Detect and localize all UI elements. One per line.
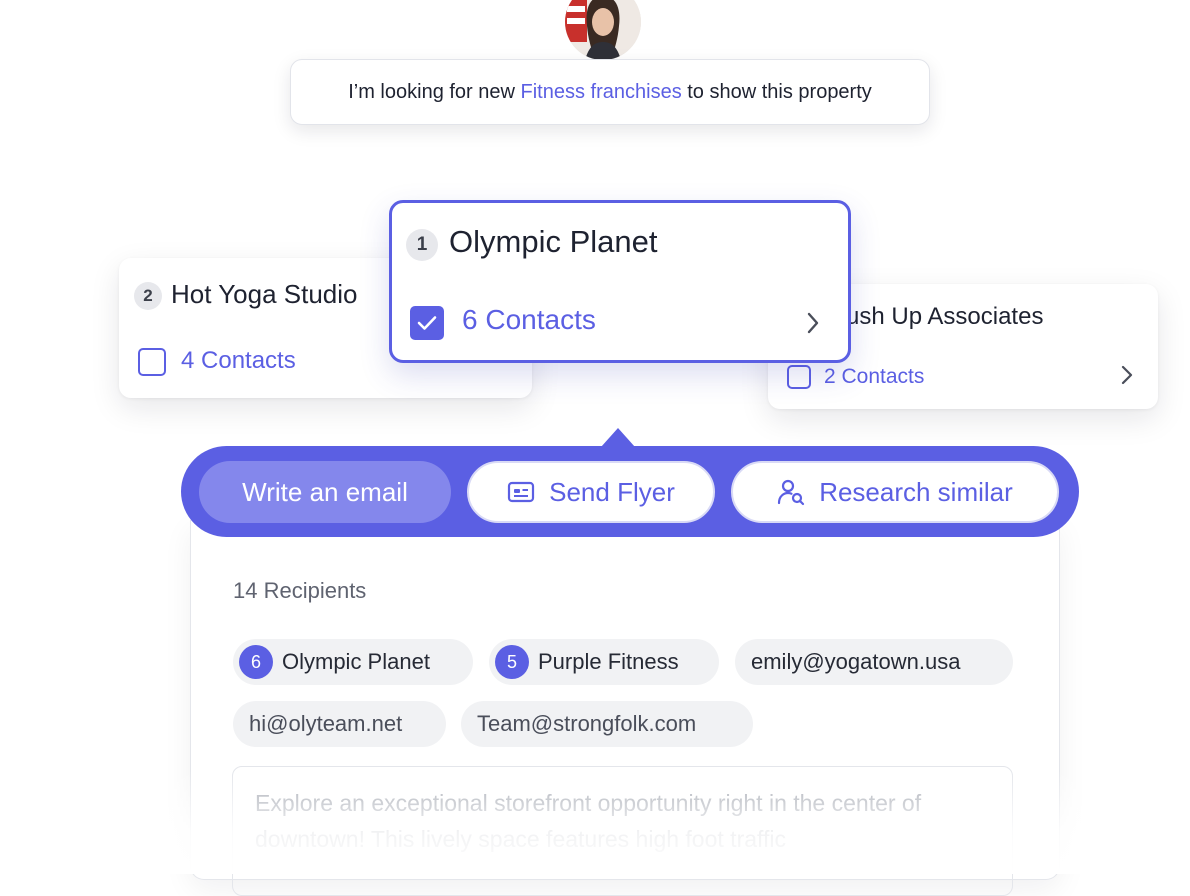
recipient-chip[interactable]: Team@strongfolk.com bbox=[461, 701, 753, 747]
checkbox-icon[interactable] bbox=[138, 348, 166, 376]
count-badge: 6 bbox=[239, 645, 273, 679]
chevron-right-icon[interactable] bbox=[1120, 364, 1134, 391]
avatar bbox=[565, 0, 641, 60]
recipient-chip[interactable]: emily@yogatown.usa bbox=[735, 639, 1013, 685]
card-title: ush Up Associates bbox=[846, 303, 1044, 330]
flyer-card-icon bbox=[507, 480, 535, 504]
card-title: Olympic Planet bbox=[449, 224, 658, 259]
recipient-chip[interactable]: 6 Olympic Planet bbox=[233, 639, 473, 685]
email-compose-panel: 14 Recipients 6 Olympic Planet 5 Purple … bbox=[190, 520, 1060, 896]
email-body-text: Explore an exceptional storefront opport… bbox=[255, 790, 922, 852]
send-flyer-label: Send Flyer bbox=[549, 476, 675, 507]
chip-label: Team@strongfolk.com bbox=[477, 711, 697, 736]
card-title: Hot Yoga Studio bbox=[171, 279, 358, 309]
checkbox-checked-icon[interactable] bbox=[410, 306, 444, 340]
contacts-link[interactable]: 6 Contacts bbox=[462, 304, 596, 336]
chip-label: Purple Fitness bbox=[538, 649, 679, 674]
send-flyer-button[interactable]: Send Flyer bbox=[467, 461, 715, 523]
recipient-chip[interactable]: hi@olyteam.net bbox=[233, 701, 446, 747]
email-body-input[interactable]: Explore an exceptional storefront opport… bbox=[232, 766, 1013, 896]
action-bar-pointer bbox=[601, 428, 635, 447]
write-email-label: Write an email bbox=[242, 476, 408, 507]
user-search-icon bbox=[777, 478, 805, 506]
recipients-count: 14 Recipients bbox=[233, 578, 367, 603]
prompt-text-after: to show this property bbox=[681, 80, 872, 103]
action-bar: Write an email Send Flyer Research simil… bbox=[181, 446, 1079, 537]
chip-label: emily@yogatown.usa bbox=[751, 649, 961, 674]
write-email-button[interactable]: Write an email bbox=[199, 461, 451, 523]
result-card-olympic-planet[interactable]: 1 Olympic Planet 6 Contacts bbox=[389, 200, 851, 363]
research-similar-button[interactable]: Research similar bbox=[731, 461, 1059, 523]
chip-label: hi@olyteam.net bbox=[249, 711, 403, 736]
rank-badge: 1 bbox=[406, 229, 438, 261]
checkbox-icon[interactable] bbox=[787, 365, 811, 389]
recipient-chip[interactable]: 5 Purple Fitness bbox=[489, 639, 719, 685]
prompt-text-before: I’m looking for new bbox=[348, 80, 521, 103]
contacts-link[interactable]: 2 Contacts bbox=[824, 365, 924, 389]
prompt-bubble: I’m looking for new Fitness franchises t… bbox=[290, 59, 930, 125]
rank-badge: 2 bbox=[134, 282, 162, 310]
prompt-highlight-link[interactable]: Fitness franchises bbox=[521, 81, 682, 104]
chip-label: Olympic Planet bbox=[282, 649, 430, 674]
research-similar-label: Research similar bbox=[819, 476, 1013, 507]
count-badge: 5 bbox=[495, 645, 529, 679]
chevron-right-icon[interactable] bbox=[805, 310, 821, 341]
contacts-link[interactable]: 4 Contacts bbox=[181, 347, 296, 375]
